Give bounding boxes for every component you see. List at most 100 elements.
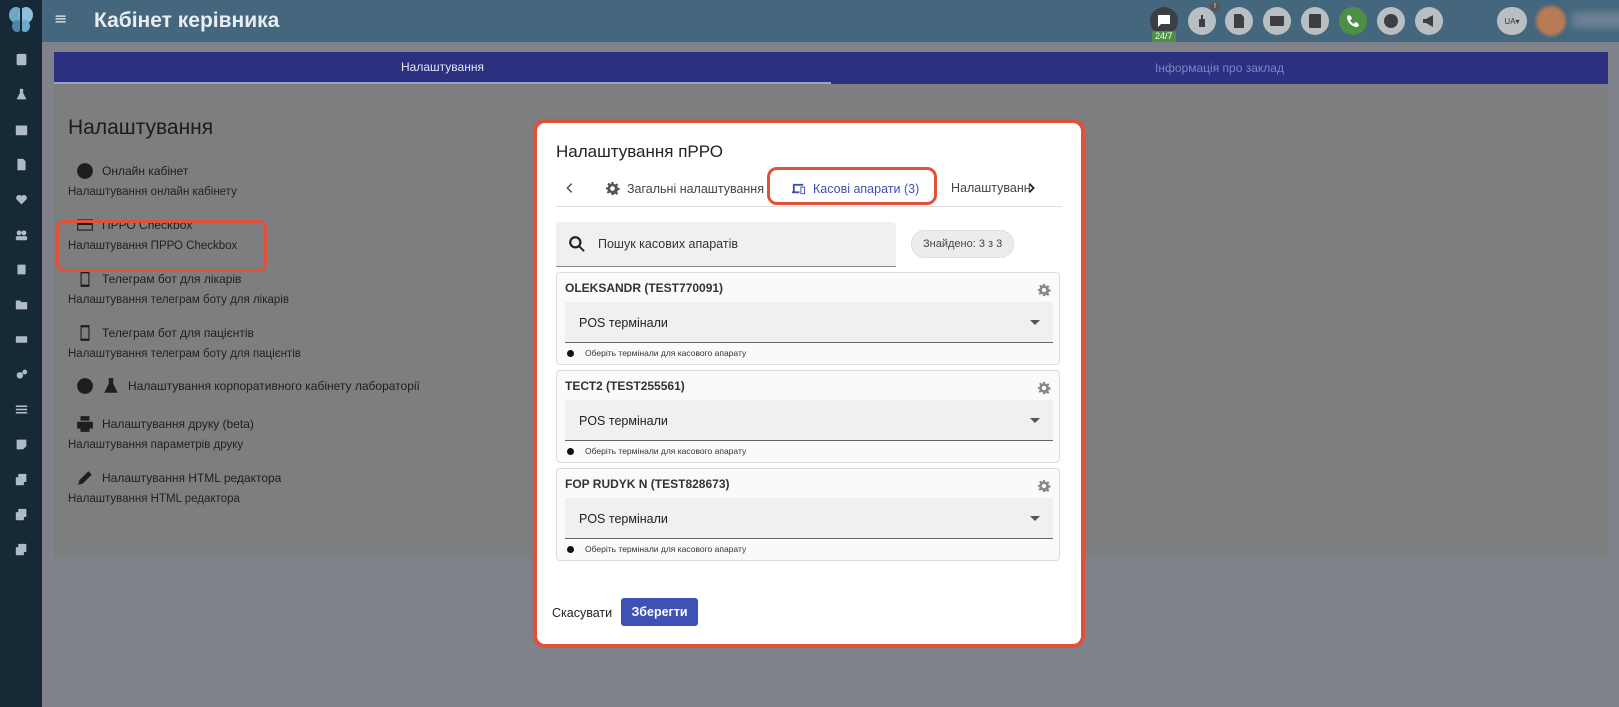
- tabs-scroll-left-button[interactable]: [562, 180, 578, 196]
- pos-terminals-select[interactable]: POS термінали: [565, 400, 1053, 441]
- settings-item-subtitle: Налаштування телеграм боту для пацієнтів: [68, 348, 301, 360]
- pdf-button[interactable]: [1225, 7, 1253, 35]
- pencil-icon: [78, 471, 92, 485]
- help-button[interactable]: [1377, 7, 1405, 35]
- register-settings-button[interactable]: [1037, 479, 1051, 493]
- list-icon[interactable]: [13, 401, 29, 417]
- prro-settings-dialog: Налаштування пРРО Загальні налаштування …: [533, 119, 1085, 648]
- tab-facility-info[interactable]: Інформація про заклад: [831, 52, 1608, 84]
- tab-settings-truncated[interactable]: Налаштуванн: [951, 181, 1031, 195]
- chat-icon: [1158, 15, 1170, 27]
- settings-item-label: Налаштування друку (beta): [102, 417, 254, 431]
- copy-icon[interactable]: [13, 471, 29, 487]
- tab-label: Налаштуванн: [951, 181, 1031, 195]
- people-icon[interactable]: [13, 226, 29, 242]
- top-bar: ≡ Кабінет керівника UA ▾: [42, 0, 1619, 42]
- tab-general-settings[interactable]: Загальні налаштування: [605, 181, 764, 196]
- settings-item-telegram-patients[interactable]: Телеграм бот для пацієнтів Налаштування …: [68, 324, 301, 360]
- dialog-title: Налаштування пРРО: [556, 142, 723, 161]
- document-icon[interactable]: [13, 156, 29, 172]
- avatar[interactable]: [1536, 6, 1566, 36]
- chevron-left-icon: [566, 183, 573, 193]
- language-selector[interactable]: UA ▾: [1497, 7, 1527, 35]
- bullet-icon: [567, 447, 574, 455]
- cash-icon[interactable]: [13, 331, 29, 347]
- settings-item-subtitle: Налаштування HTML редактора: [68, 493, 240, 505]
- register-settings-button[interactable]: [1037, 381, 1051, 395]
- gear-icon: [1037, 381, 1051, 395]
- phone-link-icon: [80, 325, 90, 341]
- save-button[interactable]: Зберегти: [621, 598, 698, 626]
- tabs-scroll-right-button[interactable]: [1023, 180, 1039, 196]
- gear-icon: [1037, 283, 1051, 297]
- hint-text: Оберіть термінали для касового апарату: [585, 446, 747, 456]
- settings-item-lab-cabinet[interactable]: Налаштування корпоративного кабінету лаб…: [68, 377, 420, 395]
- settings-gears-icon[interactable]: [13, 366, 29, 382]
- search-input[interactable]: [598, 233, 878, 255]
- patients-icon[interactable]: [13, 51, 29, 67]
- flask-icon: [104, 378, 118, 393]
- phone-icon: [1347, 15, 1359, 27]
- hint-text: Оберіть термінали для касового апарату: [585, 544, 747, 554]
- settings-item-subtitle: Налаштування онлайн кабінету: [68, 186, 237, 198]
- question-icon: [1384, 14, 1398, 28]
- settings-item-label: Телеграм бот для лікарів: [102, 272, 242, 286]
- settings-item-label: Налаштування корпоративного кабінету лаб…: [128, 379, 420, 393]
- pdf-icon: [1234, 14, 1244, 28]
- tab-highlight-annotation: [767, 167, 937, 205]
- book-icon[interactable]: [13, 261, 29, 277]
- select-label: POS термінали: [579, 512, 668, 526]
- copy-icon[interactable]: [13, 506, 29, 522]
- register-name: FOP RUDYK N (TEST828673): [565, 477, 730, 491]
- printer-icon: [77, 416, 93, 432]
- select-hint: Оберіть термінали для касового апарату: [567, 544, 747, 554]
- call-button[interactable]: [1339, 7, 1367, 35]
- register-settings-button[interactable]: [1037, 283, 1051, 297]
- language-label: UA: [1504, 16, 1516, 26]
- heart-pulse-icon[interactable]: [13, 191, 29, 207]
- tab-settings[interactable]: Налаштування: [54, 52, 831, 84]
- settings-item-telegram-doctors[interactable]: Телеграм бот для лікарів Налаштування те…: [68, 270, 289, 306]
- gear-icon: [1037, 479, 1051, 493]
- user-name-blurred[interactable]: [1572, 12, 1619, 28]
- folder-icon[interactable]: [13, 296, 29, 312]
- calculator-icon: [1309, 14, 1321, 28]
- page-title: Кабінет керівника: [94, 9, 280, 32]
- cash-register-card: ТЕСТ2 (TEST255561) POS термінали Оберіть…: [556, 370, 1060, 463]
- note-icon[interactable]: [13, 436, 29, 452]
- bullet-icon: [567, 349, 574, 357]
- left-rail: [0, 0, 42, 707]
- copy-icon[interactable]: [13, 541, 29, 557]
- app-logo[interactable]: [6, 4, 36, 34]
- select-label: POS термінали: [579, 316, 668, 330]
- calendar-icon[interactable]: [13, 121, 29, 137]
- bullet-icon: [567, 545, 574, 553]
- page-tabs: Налаштування Інформація про заклад: [54, 52, 1608, 84]
- settings-item-label: Телеграм бот для пацієнтів: [102, 326, 254, 340]
- pos-terminals-select[interactable]: POS термінали: [565, 302, 1053, 343]
- dropdown-caret-icon: [1030, 418, 1040, 423]
- settings-item-html-editor[interactable]: Налаштування HTML редактора Налаштування…: [68, 469, 281, 505]
- settings-item-label: Налаштування HTML редактора: [102, 471, 282, 485]
- settings-item-subtitle: Налаштування телеграм боту для лікарів: [68, 294, 289, 306]
- register-search: [556, 222, 896, 267]
- pos-terminals-select[interactable]: POS термінали: [565, 498, 1053, 539]
- select-hint: Оберіть термінали для касового апарату: [567, 446, 747, 456]
- settings-item-online-cabinet[interactable]: Онлайн кабінет Налаштування онлайн кабін…: [68, 162, 237, 198]
- payment-button[interactable]: [1263, 7, 1291, 35]
- globe-icon: [77, 163, 93, 179]
- calculator-button[interactable]: [1301, 7, 1329, 35]
- dropdown-caret-icon: [1030, 516, 1040, 521]
- hamburger-menu-icon[interactable]: ≡: [54, 11, 68, 27]
- highlight-annotation: [56, 220, 267, 272]
- cancel-button[interactable]: Скасувати: [550, 600, 614, 626]
- settings-item-print[interactable]: Налаштування друку (beta) Налаштування п…: [68, 415, 254, 451]
- notification-badge: !: [1210, 2, 1220, 12]
- announcements-button[interactable]: [1415, 7, 1443, 35]
- lab-flask-icon[interactable]: [13, 86, 29, 102]
- select-label: POS термінали: [579, 414, 668, 428]
- cash-register-card: FOP RUDYK N (TEST828673) POS термінали О…: [556, 468, 1060, 561]
- chevron-right-icon: [1028, 183, 1035, 193]
- phone-link-icon: [80, 271, 90, 287]
- settings-title: Налаштування: [68, 116, 214, 139]
